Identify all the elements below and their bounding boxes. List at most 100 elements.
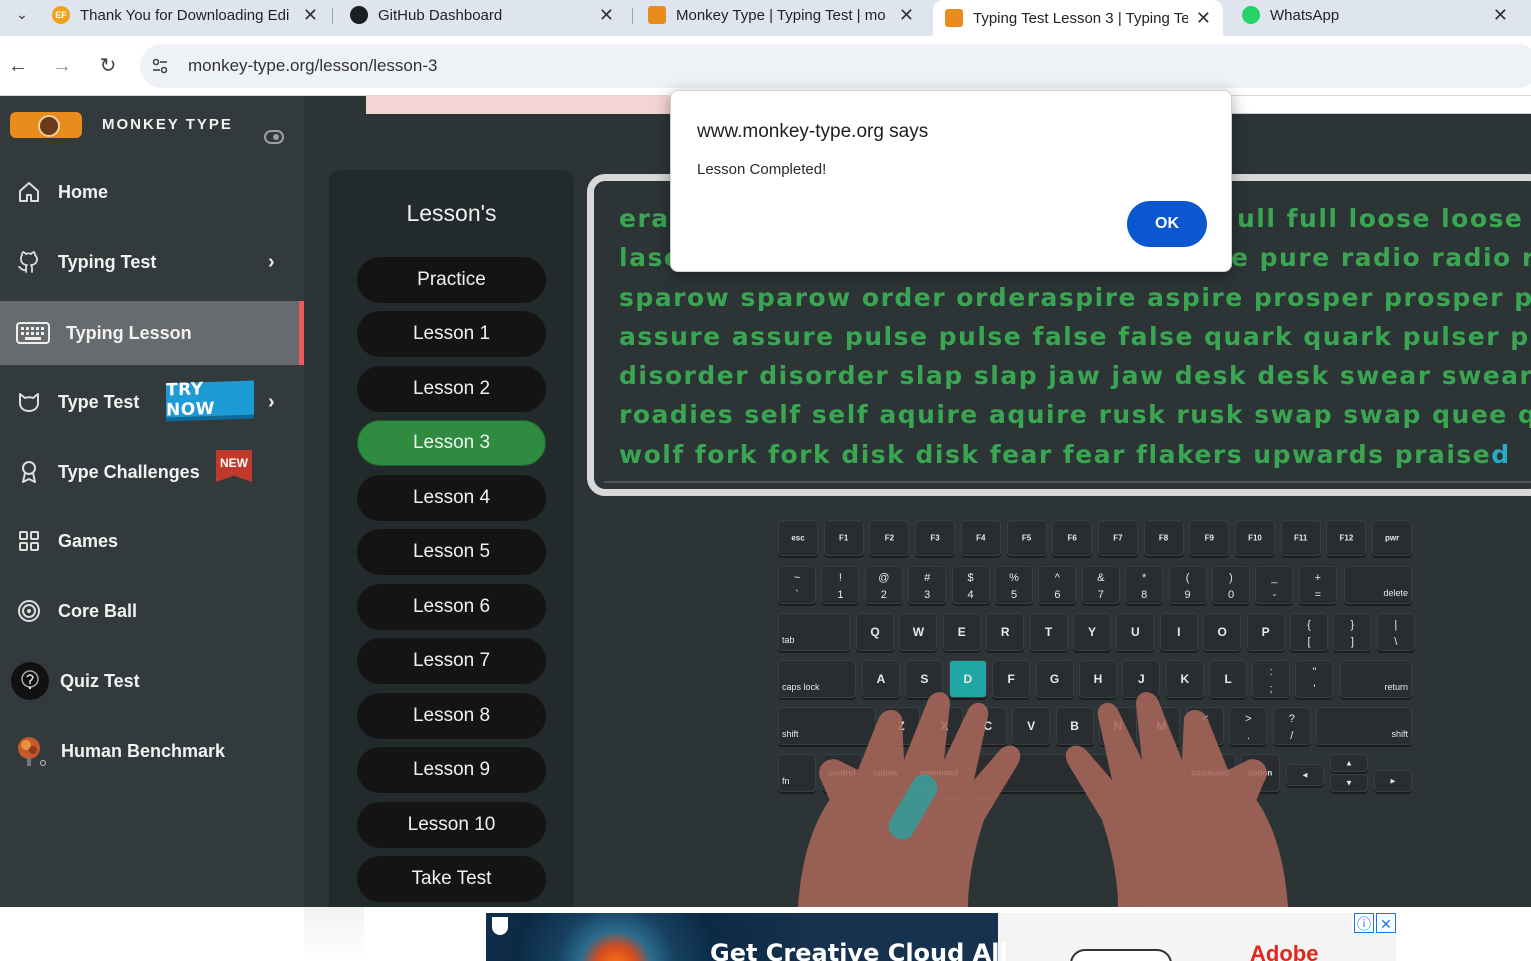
browser-tab[interactable]: WhatsApp ✕ [1230,0,1520,30]
key-option: option [866,754,904,792]
close-tab-icon[interactable]: ✕ [1493,5,1508,26]
sidebar-item-label: Typing Lesson [66,322,192,343]
sidebar-item-quiz-test[interactable]: Quiz Test [0,649,304,713]
sidebar: MONKEY TYPE Home Typing Test › Typing Le… [0,96,304,907]
key-arrow-up: ▲ [1330,754,1368,772]
lesson-button-10[interactable]: Lesson 10 [357,802,546,848]
key-f3: F3 [915,520,956,556]
key-a: A [862,660,900,698]
take-test-button[interactable]: Take Test [357,856,546,902]
key-symbol: :; [1252,660,1290,698]
lesson-button-3[interactable]: Lesson 3 [357,420,546,466]
browser-tab-active[interactable]: Typing Test Lesson 3 | Typing Te ✕ [933,0,1223,36]
brand-logo-link[interactable] [10,112,82,138]
key-num: ) 0 [1212,566,1250,604]
lesson-button-8[interactable]: Lesson 8 [357,693,546,739]
key-label: shift [782,729,799,739]
lesson-button-6[interactable]: Lesson 6 [357,584,546,630]
key-label: H [1093,672,1103,686]
sidebar-item-human-benchmark[interactable]: Human Benchmark [0,719,304,783]
key-num: #3 [908,566,947,604]
browser-tab[interactable]: GitHub Dashboard ✕ [338,0,626,30]
close-tab-icon[interactable]: ✕ [1196,8,1211,29]
tab-search-chevron-icon[interactable]: ⌄ [12,4,32,24]
lesson-button-practice[interactable]: Practice [357,257,546,303]
url-omnibox[interactable]: monkey-type.org/lesson/lesson-3 [140,44,1531,88]
close-tab-icon[interactable]: ✕ [899,5,914,26]
ad-headline: Get Creative Cloud All [710,939,1008,961]
forward-arrow-icon[interactable]: → [48,52,76,80]
close-tab-icon[interactable]: ✕ [303,5,318,26]
reload-icon[interactable]: ↻ [94,52,122,80]
sidebar-item-games[interactable]: Games [0,509,304,573]
sidebar-item-home[interactable]: Home [0,160,304,224]
ad-brand: Adobe [1250,941,1319,961]
alert-dialog: www.monkey-type.org says Lesson Complete… [670,90,1232,272]
whatsapp-icon [1242,6,1260,24]
key-num: ! 1 [821,566,860,604]
text-line: assure assure pulse pulse false false qu… [619,321,1531,351]
lesson-button-9[interactable]: Lesson 9 [357,747,546,793]
lesson-button-2[interactable]: Lesson 2 [357,366,546,412]
key-label: ? [1288,713,1295,725]
lesson-button-5[interactable]: Lesson 5 [357,529,546,575]
key-label: & [1097,572,1105,584]
theme-toggle[interactable] [264,130,284,144]
key-num: $4 [951,566,990,604]
lesson-button-4[interactable]: Lesson 4 [357,475,546,521]
chevron-right-icon: › [268,390,275,413]
site-settings-icon[interactable] [150,56,170,76]
key-label: pwr [1384,533,1400,543]
browser-tab[interactable]: EF Thank You for Downloading Edi ✕ [40,0,330,30]
lesson-button-1[interactable]: Lesson 1 [357,311,546,357]
quiz-avatar-icon [10,661,50,701]
dialog-ok-button[interactable]: OK [1127,201,1207,247]
ad-choices[interactable]: ⓘ ✕ [1352,913,1396,933]
key-c: C [968,707,1007,745]
sidebar-item-type-test[interactable]: Type Test TRY NOW › [0,370,304,434]
ad-info-icon[interactable]: ⓘ [1354,913,1374,933]
lesson-button-7[interactable]: Lesson 7 [357,638,546,684]
brand-name: MONKEY TYPE [102,116,233,133]
close-tab-icon[interactable]: ✕ [599,5,614,26]
bottom-left-panel [304,907,364,961]
key-label: 1 [837,589,844,601]
key-delete: delete [1344,566,1412,604]
key-label: P [1261,625,1270,639]
sidebar-item-typing-lesson[interactable]: Typing Lesson [0,301,304,365]
bottom-ad-banner[interactable]: Get Creative Cloud All Adobe ⓘ ✕ [486,913,1396,961]
key-label: $ [967,572,974,584]
key-label: Y [1087,625,1096,639]
key-j: J [1122,660,1161,698]
ad-close-icon[interactable]: ✕ [1376,913,1396,933]
key-label: option [1247,768,1273,778]
ad-cta-button[interactable] [1070,949,1172,961]
tab-title: WhatsApp [1270,6,1340,24]
key-arrow-left: ◄ [1286,764,1324,786]
key-label: F10 [1248,533,1262,543]
sidebar-item-typing-test[interactable]: Typing Test › [0,230,304,294]
key-n: N [1099,707,1137,745]
key-label: , [1203,730,1207,742]
key-f11: F11 [1280,520,1321,556]
sidebar-item-type-challenges[interactable]: Type Challenges NEW [0,440,304,504]
key-label: F3 [930,533,940,543]
key-label: W [912,625,925,639]
back-arrow-icon[interactable]: ← [4,52,32,80]
top-ad-banner[interactable] [366,96,671,114]
key-caps-lock: caps lock [778,660,856,698]
key-num: @2 [864,566,903,604]
browser-tab[interactable]: Monkey Type | Typing Test | mo ✕ [636,0,926,30]
text-line: roadies self self aquire aquire rusk rus… [619,400,1531,430]
dialog-title: www.monkey-type.org says [697,121,929,142]
key-label: " [1312,666,1317,678]
key-label: D [963,672,973,686]
text-line: e pure radio radio ra [1231,243,1531,273]
key-label: ) [1229,572,1233,584]
key-u: U [1116,613,1155,651]
sidebar-item-core-ball[interactable]: Core Ball [0,579,304,643]
tab-title: Monkey Type | Typing Test | mo [676,6,886,24]
key-i: I [1159,613,1198,651]
key-label: # [924,572,931,584]
top-ad-banner-right[interactable] [1230,96,1531,114]
